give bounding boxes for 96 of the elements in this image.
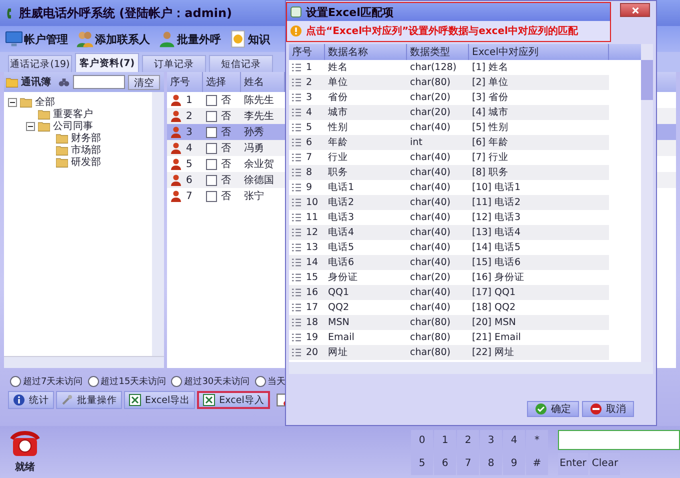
row-number: 17 bbox=[306, 302, 318, 313]
field-type: char(128) bbox=[409, 61, 458, 75]
column-header: 数据类型 bbox=[407, 44, 469, 60]
row-number: 6 bbox=[186, 174, 192, 186]
row-number: 9 bbox=[306, 182, 312, 193]
row-number: 14 bbox=[306, 257, 318, 268]
column-header: 数据名称 bbox=[325, 44, 407, 60]
hint-text: 点击“Excel中对应列”设置外呼数据与excel中对应列的匹配 bbox=[306, 24, 578, 38]
checkbox-label: 否 bbox=[221, 110, 231, 123]
field-type: char(80) bbox=[407, 345, 469, 360]
field-name: 行业 bbox=[327, 151, 349, 165]
field-name: 电话3 bbox=[327, 211, 356, 225]
field-name: QQ2 bbox=[327, 301, 350, 315]
row-number: 5 bbox=[186, 158, 192, 170]
field-type: char(20) bbox=[409, 91, 452, 105]
column-header: 序号 bbox=[167, 72, 203, 92]
field-type: char(40) bbox=[409, 301, 452, 315]
row-number: 16 bbox=[306, 287, 318, 298]
field-type: char(40) bbox=[409, 181, 452, 195]
window-title: 胜威电话外呼系统 (登陆帐户：admin) bbox=[19, 4, 232, 22]
contact-name: 余业贺 bbox=[243, 158, 275, 171]
row-number: 4 bbox=[306, 107, 312, 118]
contact-name: 徐德国 bbox=[243, 174, 275, 187]
checkbox-label: 否 bbox=[221, 94, 231, 107]
field-name: 职务 bbox=[325, 165, 407, 180]
row-number: 19 bbox=[306, 332, 318, 343]
column-header: 序号 bbox=[289, 44, 325, 60]
column-header: 选择 bbox=[203, 72, 241, 92]
row-number: 15 bbox=[306, 272, 318, 283]
field-type: char(40) bbox=[407, 255, 469, 270]
row-number: 11 bbox=[306, 212, 318, 223]
contact-name: 李先生 bbox=[243, 110, 275, 123]
checkbox-label: 否 bbox=[221, 174, 231, 187]
row-number: 13 bbox=[306, 242, 318, 253]
field-name: 城市 bbox=[325, 105, 407, 120]
contact-name: 张宁 bbox=[243, 190, 265, 203]
column-header: Excel中对应列 bbox=[469, 44, 609, 60]
field-name: 电话5 bbox=[327, 241, 356, 255]
radio-label: 超过15天未访问 bbox=[100, 376, 166, 388]
row-number: 3 bbox=[306, 92, 312, 103]
field-type: char(20) bbox=[407, 105, 469, 120]
row-number: 8 bbox=[306, 167, 312, 178]
field-type: char(40) bbox=[409, 211, 452, 225]
field-name: 年龄 bbox=[325, 135, 407, 150]
contact-name: 孙秀 bbox=[243, 126, 265, 139]
row-number: 18 bbox=[306, 317, 318, 328]
contact-name: 冯勇 bbox=[243, 142, 265, 155]
checkbox-label: 否 bbox=[221, 126, 231, 139]
row-number: 2 bbox=[306, 77, 312, 88]
field-name: MSN bbox=[325, 315, 407, 330]
row-number: 3 bbox=[186, 126, 192, 138]
field-type: char(40) bbox=[409, 151, 452, 165]
radio-label: 超过30天未访问 bbox=[184, 376, 250, 388]
field-type: char(20) bbox=[409, 271, 452, 285]
field-name: 电话2 bbox=[325, 195, 407, 210]
field-type: char(80) bbox=[409, 331, 452, 345]
field-name: QQ1 bbox=[325, 285, 407, 300]
field-type: char(40) bbox=[409, 241, 452, 255]
field-type: char(40) bbox=[409, 121, 452, 135]
row-number: 20 bbox=[306, 347, 318, 358]
row-number: 6 bbox=[306, 137, 312, 148]
field-type: char(40) bbox=[407, 225, 469, 240]
contact-name: 陈先生 bbox=[243, 94, 275, 107]
row-number: 2 bbox=[186, 110, 192, 122]
row-number: 4 bbox=[186, 142, 192, 154]
checkbox-label: 否 bbox=[221, 190, 231, 203]
field-name: 电话1 bbox=[327, 181, 356, 195]
field-name: 姓名 bbox=[327, 61, 349, 75]
field-type: char(80) bbox=[407, 315, 469, 330]
field-type: int bbox=[407, 135, 469, 150]
row-number: 12 bbox=[306, 227, 318, 238]
row-number: 10 bbox=[306, 197, 318, 208]
row-number: 7 bbox=[306, 152, 312, 163]
checkbox-label: 否 bbox=[221, 158, 231, 171]
field-type: char(40) bbox=[407, 285, 469, 300]
field-name: 电话6 bbox=[325, 255, 407, 270]
field-type: char(80) bbox=[407, 75, 469, 90]
radio-label: 超过7天未访问 bbox=[23, 376, 83, 388]
radio-label: 当天 bbox=[268, 376, 286, 388]
field-name: Email bbox=[327, 331, 356, 345]
checkbox-label: 否 bbox=[221, 142, 231, 155]
row-number: 1 bbox=[306, 62, 312, 73]
address-book-title: 通讯簿 bbox=[21, 76, 51, 89]
field-name: 省份 bbox=[327, 91, 349, 105]
row-number: 7 bbox=[186, 190, 192, 202]
field-name: 性别 bbox=[326, 121, 349, 135]
field-name: 电话4 bbox=[325, 225, 407, 240]
field-name: 单位 bbox=[325, 75, 407, 90]
field-type: char(40) bbox=[407, 195, 469, 210]
field-type: char(40) bbox=[407, 165, 469, 180]
field-name: 身份证 bbox=[327, 271, 359, 285]
row-number: 1 bbox=[186, 94, 192, 106]
dialog-title: 设置Excel匹配项 bbox=[306, 4, 394, 20]
field-name: 网址 bbox=[325, 345, 407, 360]
row-number: 5 bbox=[306, 122, 312, 133]
status-text: 就绪 bbox=[15, 460, 35, 474]
